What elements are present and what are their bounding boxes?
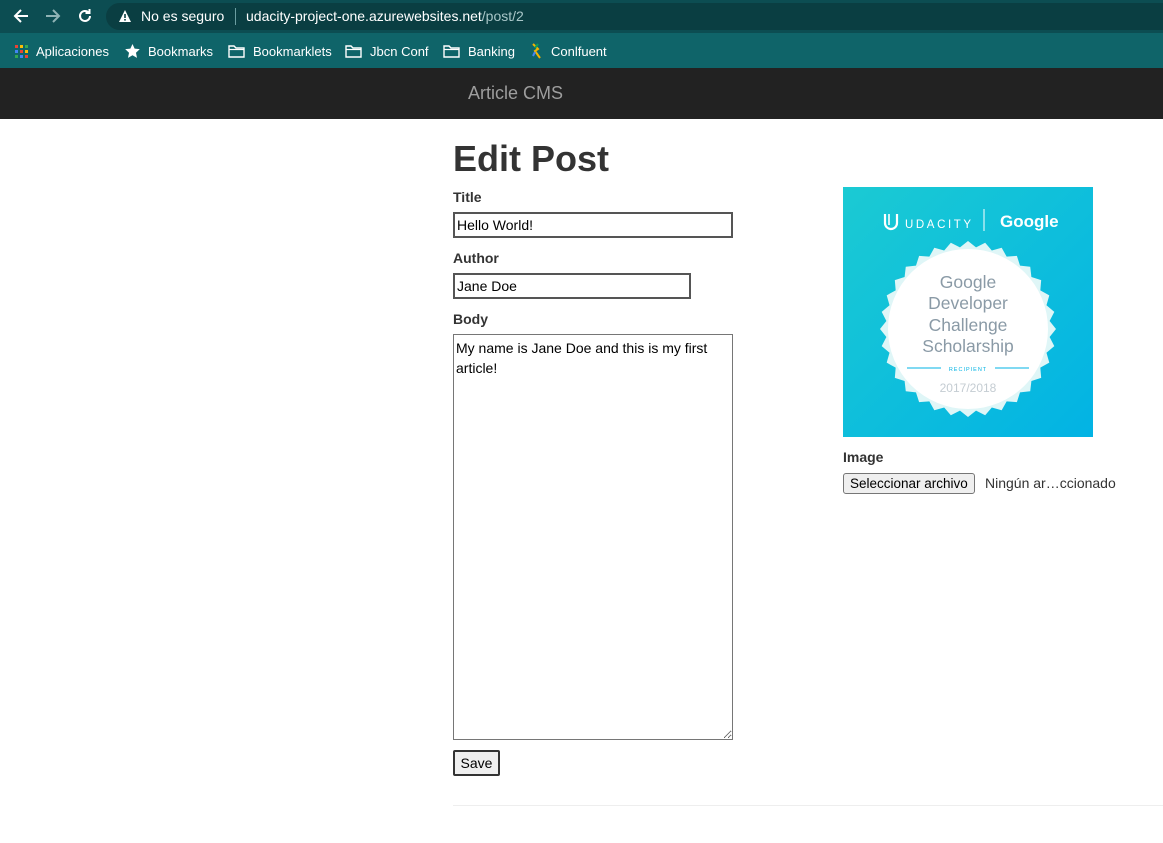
badge-year: 2017/2018 [940, 381, 997, 395]
folder-icon [345, 44, 362, 58]
udacity-wordmark: UDACITY [905, 219, 974, 231]
badge-line: Scholarship [922, 336, 1013, 356]
badge-line: Google [940, 272, 996, 292]
google-wordmark: Google [1000, 212, 1059, 231]
back-arrow-icon[interactable] [11, 6, 31, 26]
not-secure-label[interactable]: No es seguro [141, 8, 224, 24]
choose-file-button[interactable]: Seleccionar archivo [843, 473, 975, 494]
bookmark-label: Conlfuent [551, 43, 607, 59]
folder-icon [443, 44, 460, 58]
bookmark-jbcn-conf[interactable]: Jbcn Conf [345, 42, 429, 60]
bookmark-aplicaciones[interactable]: Aplicaciones [15, 42, 109, 60]
post-image: UDACITY Google Google Developer Challeng… [843, 187, 1093, 437]
bookmark-label: Banking [468, 43, 515, 59]
page-title: Edit Post [453, 138, 610, 179]
bookmark-bookmarks[interactable]: Bookmarks [125, 42, 213, 60]
reload-icon[interactable] [75, 6, 95, 26]
url-host: udacity-project-one.azurewebsites.net [246, 8, 482, 24]
site-navbar: Article CMS [0, 68, 1163, 119]
brand-link[interactable]: Article CMS [468, 83, 563, 104]
file-status-text: Ningún ar…ccionado [985, 475, 1116, 491]
bookmark-banking[interactable]: Banking [443, 42, 515, 60]
bookmarks-bar: Aplicaciones Bookmarks Bookmarklets Jbcn… [0, 33, 1163, 68]
url-text[interactable]: udacity-project-one.azurewebsites.net/po… [246, 8, 524, 24]
body-label: Body [453, 311, 488, 327]
url-separator [235, 8, 236, 25]
bookmark-label: Aplicaciones [36, 43, 109, 59]
bookmark-label: Bookmarklets [253, 43, 332, 59]
badge-line: Developer [928, 293, 1008, 313]
scholarship-badge: Google Developer Challenge Scholarship R… [880, 241, 1056, 417]
body-textarea[interactable]: My name is Jane Doe and this is my first… [453, 334, 733, 740]
warning-icon[interactable] [118, 9, 132, 28]
title-input[interactable] [453, 212, 733, 238]
bookmark-conlfuent[interactable]: Conlfuent [531, 42, 607, 60]
star-icon [125, 44, 140, 58]
bookmark-bookmarklets[interactable]: Bookmarklets [228, 42, 332, 60]
folder-icon [228, 44, 245, 58]
image-label: Image [843, 449, 884, 465]
apps-grid-icon [15, 44, 28, 58]
title-label: Title [453, 189, 482, 205]
badge-tag: RECIPIENT [949, 367, 987, 373]
badge-line: Challenge [929, 315, 1008, 335]
forward-arrow-icon[interactable] [43, 6, 63, 26]
author-input[interactable] [453, 273, 691, 299]
url-path: /post/2 [481, 8, 524, 24]
footer-divider [453, 805, 1163, 806]
save-button[interactable]: Save [453, 750, 500, 776]
confluent-logo-icon [532, 43, 541, 59]
author-label: Author [453, 250, 499, 266]
bookmark-label: Bookmarks [148, 43, 214, 59]
bookmark-label: Jbcn Conf [370, 43, 429, 59]
browser-address-bar: No es seguro udacity-project-one.azurewe… [0, 0, 1163, 33]
